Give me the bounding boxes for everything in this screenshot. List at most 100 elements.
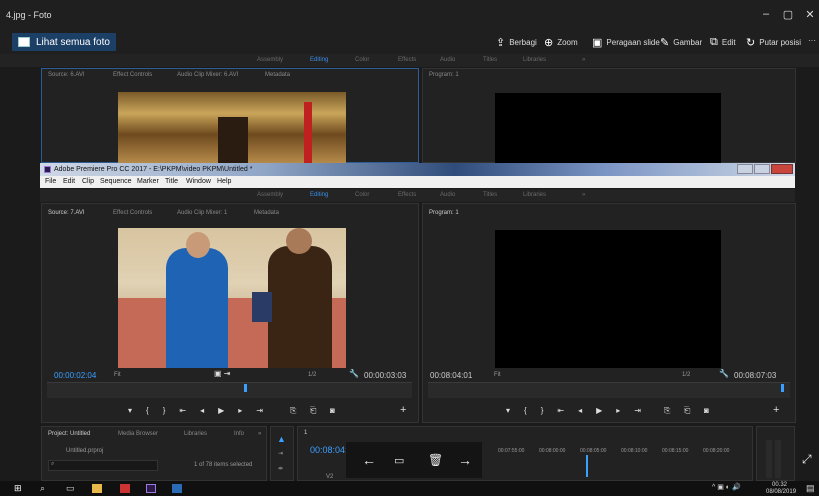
project-search-input[interactable]	[48, 460, 158, 471]
source-timecode[interactable]: 00:00:02:04	[54, 371, 96, 380]
selection-tool-icon[interactable]: ▲	[277, 434, 286, 444]
menu-sequence[interactable]: Sequence	[100, 178, 132, 185]
program-scale-dropdown[interactable]: 1/2	[682, 372, 690, 378]
media-browser-tab[interactable]: Media Browser	[118, 431, 158, 443]
info-tab[interactable]: Info	[234, 431, 244, 443]
menu-help[interactable]: Help	[217, 178, 231, 185]
ws-effects[interactable]: Effects	[398, 192, 416, 198]
slideshow-button[interactable]: ▣ Peragaan slide	[592, 36, 660, 49]
source-insert-icon[interactable]: ▣ ⇥	[214, 369, 230, 378]
previous-arrow-icon[interactable]: ←	[362, 452, 376, 468]
start-icon[interactable]: ⊞	[14, 483, 22, 494]
bg-person	[218, 117, 248, 163]
menu-edit[interactable]: Edit	[63, 178, 75, 185]
timeline-ruler[interactable]: 00:07:55:00 00:08:00:00 00:08:05:00 00:0…	[484, 444, 750, 458]
ws-audio[interactable]: Audio	[440, 192, 455, 198]
photos-taskbar-icon[interactable]	[172, 484, 182, 493]
ws-editing[interactable]: Editing	[310, 192, 328, 198]
libraries-tab[interactable]: Libraries	[184, 431, 207, 443]
source-playhead[interactable]	[244, 384, 247, 392]
program-transport-controls[interactable]: ▾{}⇤◂▶▸⇥	[506, 406, 655, 415]
menu-file[interactable]: File	[45, 178, 56, 185]
ws-assembly[interactable]: Assembly	[257, 192, 283, 198]
edit-button[interactable]: ⧉ Edit	[710, 36, 736, 49]
pr-restore-button[interactable]	[754, 164, 770, 174]
metadata-tab[interactable]: Metadata	[254, 210, 279, 222]
slideshow-overlay-icon[interactable]: ▭	[394, 454, 404, 467]
program-add-button-icon[interactable]: +	[773, 404, 779, 416]
app-red-icon[interactable]	[120, 484, 130, 493]
program-time-ruler[interactable]	[428, 382, 790, 398]
bg-ws-audio: Audio	[440, 57, 456, 63]
ripple-edit-icon[interactable]: ⇹	[278, 465, 283, 472]
zoom-button[interactable]: ⊕ Zoom	[544, 36, 578, 49]
timeline-playhead[interactable]	[586, 455, 588, 477]
menu-clip[interactable]: Clip	[82, 178, 94, 185]
draw-icon: ✎	[660, 37, 670, 49]
source-insert-button[interactable]: ⎘	[290, 406, 296, 416]
task-view-icon[interactable]: ▭	[66, 483, 75, 494]
ws-libraries[interactable]: Libraries	[523, 192, 546, 198]
extract-button[interactable]: ⎗	[684, 406, 690, 416]
pr-minimize-button[interactable]	[737, 164, 753, 174]
next-arrow-icon[interactable]: →	[458, 452, 472, 468]
rotate-icon: ↻	[746, 37, 756, 49]
program-fit-dropdown[interactable]: Fit	[494, 372, 501, 378]
maximize-button[interactable]: ▢	[781, 8, 795, 21]
program-tab[interactable]: Program: 1	[429, 210, 459, 222]
source-scale-dropdown[interactable]: 1/2	[308, 372, 316, 378]
source-tab[interactable]: Source: 7.AVI	[48, 210, 85, 222]
program-playhead[interactable]	[781, 384, 784, 392]
sequence-tab[interactable]: 1	[304, 430, 307, 442]
menu-window[interactable]: Window	[186, 178, 211, 185]
add-button-icon[interactable]: +	[400, 404, 406, 416]
edit-label: Edit	[721, 38, 736, 47]
track-select-icon[interactable]: ⇥	[278, 450, 283, 457]
bg-workspace-bar: Assembly Editing Color Effects Audio Tit…	[0, 54, 819, 67]
source-overwrite-button[interactable]: ⎗	[310, 406, 316, 416]
pr-close-button[interactable]	[771, 164, 793, 174]
screen: 4.jpg - Foto – ▢ ✕ Lihat semua foto ⇪ Ber…	[0, 0, 819, 496]
export-frame-icon[interactable]: ◙	[704, 406, 709, 415]
rotate-label: Putar posisi	[759, 38, 802, 47]
share-button[interactable]: ⇪ Berbagi	[496, 36, 537, 49]
close-button[interactable]: ✕	[803, 8, 817, 21]
source-settings-icon[interactable]: 🔧	[349, 369, 359, 378]
rotate-button[interactable]: ↻ Putar posisi	[746, 36, 801, 49]
ruler-time-3: 00:08:05:00	[580, 448, 607, 454]
draw-button[interactable]: ✎ Gambar	[660, 36, 702, 49]
delete-icon[interactable]: 🗑	[428, 453, 443, 467]
lift-button[interactable]: ⎘	[664, 406, 670, 416]
menu-title[interactable]: Title	[165, 178, 178, 185]
ws-titles[interactable]: Titles	[483, 192, 497, 198]
camera-icon[interactable]: ◙	[330, 406, 335, 415]
tray-icons[interactable]: ^ ▣ ◐ 🔊	[712, 483, 741, 491]
project-tab[interactable]: Project: Untitled	[48, 431, 90, 443]
slideshow-icon: ▣	[592, 37, 603, 49]
clock-time[interactable]: 00.32	[772, 482, 787, 488]
bg-ws-assembly: Assembly	[257, 57, 284, 63]
source-time-ruler[interactable]	[47, 382, 412, 398]
menu-marker[interactable]: Marker	[137, 178, 159, 185]
notification-icon[interactable]: ▤	[806, 483, 815, 494]
zoom-icon: ⊕	[544, 37, 554, 49]
minimize-button[interactable]: –	[759, 8, 773, 20]
file-explorer-icon[interactable]	[92, 484, 102, 493]
ws-color[interactable]: Color	[355, 192, 369, 198]
effect-controls-tab[interactable]: Effect Controls	[113, 210, 152, 222]
premiere-app-icon	[44, 166, 51, 173]
fullscreen-icon[interactable]: ⤢	[802, 452, 812, 467]
premiere-taskbar-icon[interactable]	[146, 484, 156, 493]
taskbar-search-icon[interactable]: ⌕	[40, 483, 45, 494]
program-timecode[interactable]: 00:08:04:01	[430, 371, 472, 380]
clock-date[interactable]: 08/08/2019	[766, 489, 796, 495]
audio-mixer-tab[interactable]: Audio Clip Mixer: 1	[177, 210, 227, 222]
ws-more[interactable]: »	[582, 192, 585, 198]
more-button[interactable]: ···	[808, 36, 816, 45]
see-all-photos-button[interactable]: Lihat semua foto	[12, 33, 116, 51]
source-transport-controls[interactable]: ▾{}⇤◂▶▸⇥	[128, 406, 277, 415]
source-fit-dropdown[interactable]: Fit	[114, 372, 121, 378]
project-more-tab[interactable]: »	[258, 431, 261, 443]
program-settings-icon[interactable]: 🔧	[719, 369, 729, 378]
ruler-time-4: 00:08:10:00	[621, 448, 648, 454]
